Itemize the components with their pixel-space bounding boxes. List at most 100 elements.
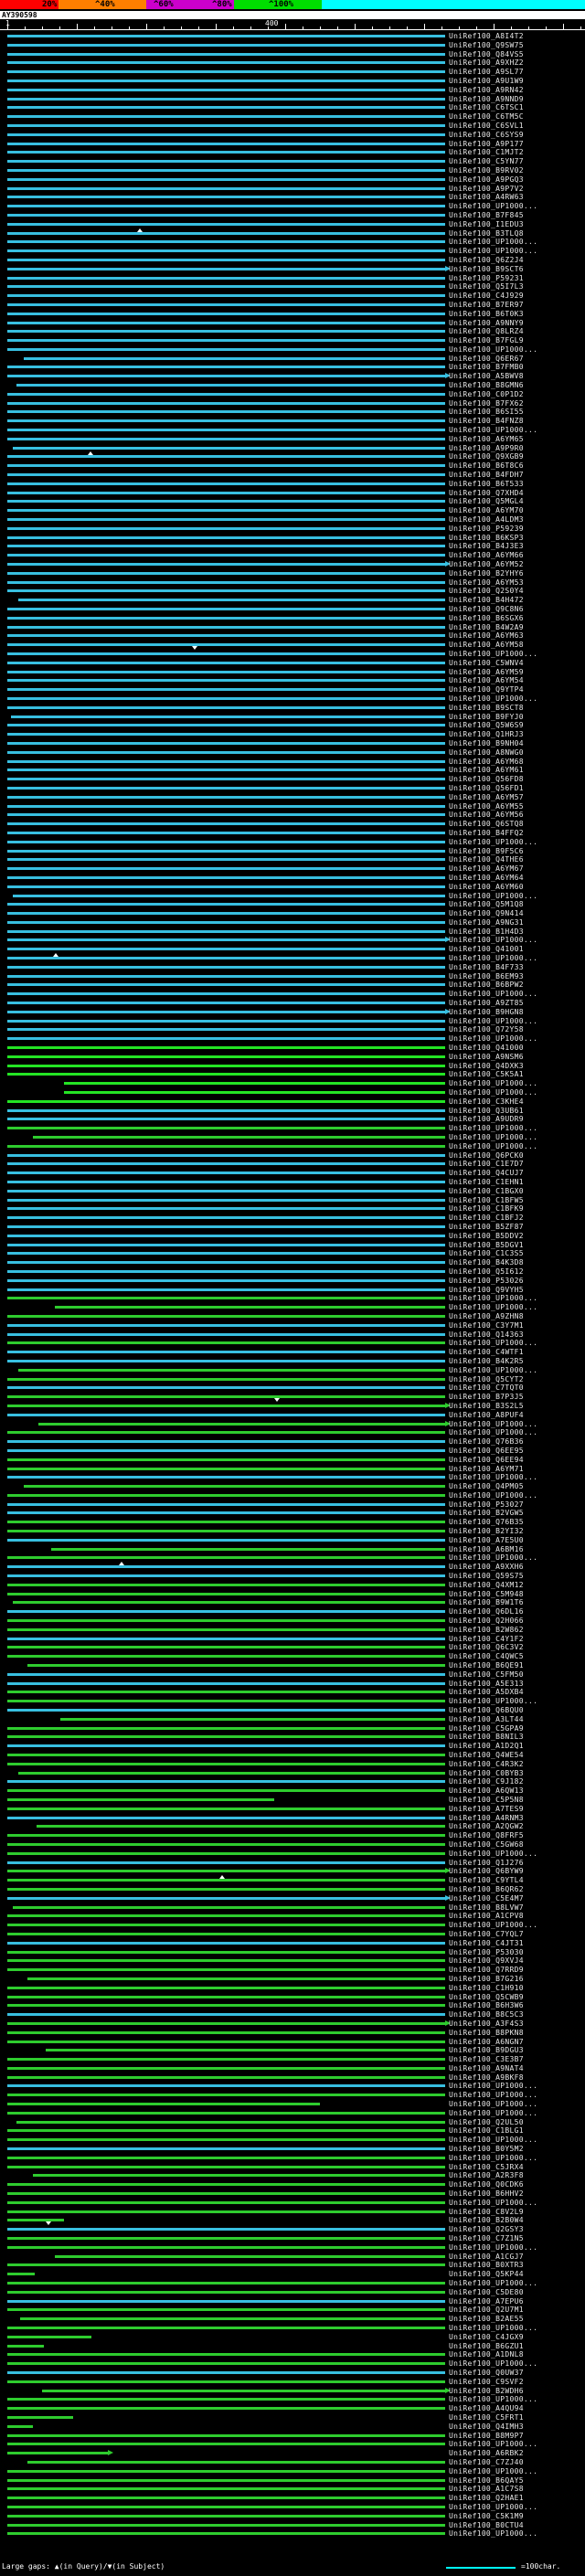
hit-label[interactable]: UniRef100_C9SVF2: [449, 2378, 524, 2387]
hit-label[interactable]: UniRef100_Q6DL16: [449, 1607, 524, 1617]
hit-label[interactable]: UniRef100_P59239: [449, 525, 524, 534]
hit-label[interactable]: UniRef100_C5GPA9: [449, 1724, 524, 1733]
hit-bar[interactable]: [7, 1288, 445, 1291]
hit-label[interactable]: UniRef100_B7FX62: [449, 399, 524, 408]
hit-bar[interactable]: [7, 2424, 33, 2428]
hit-label[interactable]: UniRef100_UP1000...: [449, 2395, 537, 2404]
hit-bar[interactable]: [7, 2138, 445, 2142]
hit-label[interactable]: UniRef100_B6QR62: [449, 1885, 524, 1894]
hit-label[interactable]: UniRef100_Q3UB61: [449, 1107, 524, 1116]
hit-label[interactable]: UniRef100_C1E7D7: [449, 1160, 524, 1169]
hit-label[interactable]: UniRef100_UP1000...: [449, 1133, 537, 1142]
hit-bar[interactable]: [7, 419, 445, 423]
hit-bar[interactable]: [7, 2040, 445, 2043]
hit-bar[interactable]: [24, 1485, 445, 1489]
hit-label[interactable]: UniRef100_C1BLG1: [449, 2126, 524, 2136]
hit-label[interactable]: UniRef100_B4W2A9: [449, 623, 524, 632]
hit-label[interactable]: UniRef100_Q4WE54: [449, 1751, 524, 1760]
hit-label[interactable]: UniRef100_UP1000...: [449, 2109, 537, 2118]
hit-label[interactable]: UniRef100_B6QE91: [449, 1661, 524, 1670]
hit-label[interactable]: UniRef100_C7Z1N5: [449, 2234, 524, 2243]
hit-bar[interactable]: [7, 696, 445, 700]
hit-label[interactable]: UniRef100_Q59S75: [449, 1572, 524, 1581]
hit-label[interactable]: UniRef100_C7TQT0: [449, 1383, 524, 1393]
hit-bar[interactable]: [24, 356, 445, 360]
hit-label[interactable]: UniRef100_B0XTR3: [449, 2261, 524, 2270]
hit-bar[interactable]: [7, 1842, 445, 1846]
hit-label[interactable]: UniRef100_B6SGX6: [449, 614, 524, 623]
hit-bar[interactable]: [7, 2505, 445, 2508]
hit-label[interactable]: UniRef100_A9ZT85: [449, 999, 524, 1008]
hit-label[interactable]: UniRef100_UP1000...: [449, 2091, 537, 2100]
hit-bar[interactable]: [7, 437, 445, 440]
hit-label[interactable]: UniRef100_B6T0K3: [449, 310, 524, 319]
hit-label[interactable]: UniRef100_C8V2L9: [449, 2208, 524, 2217]
hit-label[interactable]: UniRef100_C5YN77: [449, 157, 524, 166]
hit-label[interactable]: UniRef100_Q6BQU0: [449, 1706, 524, 1715]
hit-bar[interactable]: [7, 1278, 445, 1282]
hit-label[interactable]: UniRef100_UP1000...: [449, 2082, 537, 2091]
hit-bar[interactable]: [7, 1395, 445, 1399]
hit-bar[interactable]: [7, 608, 445, 610]
hit-bar[interactable]: [7, 885, 445, 888]
hit-label[interactable]: UniRef100_B5DDV2: [449, 1232, 524, 1241]
hit-bar[interactable]: [7, 1476, 445, 1479]
hit-bar[interactable]: [7, 563, 445, 567]
hit-label[interactable]: UniRef100_A9BKF8: [449, 2073, 524, 2083]
hit-bar[interactable]: [7, 1986, 445, 1989]
hit-label[interactable]: UniRef100_B4H472: [449, 596, 524, 605]
hit-label[interactable]: UniRef100_Q84VS5: [449, 50, 524, 59]
hit-bar[interactable]: [7, 1189, 445, 1193]
hit-bar[interactable]: [7, 1511, 445, 1515]
hit-bar[interactable]: [7, 1019, 445, 1023]
hit-label[interactable]: UniRef100_B7G216: [449, 1975, 524, 1984]
hit-bar[interactable]: [7, 813, 445, 817]
hit-bar[interactable]: [7, 1502, 445, 1506]
hit-bar[interactable]: [7, 347, 445, 351]
hit-label[interactable]: UniRef100_A5BWV8: [449, 372, 524, 381]
hit-label[interactable]: UniRef100_UP1000...: [449, 1142, 537, 1151]
hit-bar[interactable]: [7, 1162, 445, 1166]
hit-label[interactable]: UniRef100_Q41000: [449, 1044, 524, 1053]
hit-label[interactable]: UniRef100_Q8FRF5: [449, 1831, 524, 1840]
hit-bar[interactable]: [7, 1234, 445, 1237]
hit-bar[interactable]: [7, 518, 445, 522]
hit-bar[interactable]: [7, 2523, 445, 2527]
hit-bar[interactable]: [7, 366, 445, 369]
hit-label[interactable]: UniRef100_C4JT31: [449, 1939, 524, 1948]
hit-bar[interactable]: [7, 106, 445, 110]
hit-bar[interactable]: [7, 769, 445, 772]
hit-bar[interactable]: [7, 79, 445, 82]
hit-label[interactable]: UniRef100_UP1000...: [449, 345, 537, 355]
hit-bar[interactable]: [7, 294, 445, 298]
hit-label[interactable]: UniRef100_Q6EE95: [449, 1447, 524, 1456]
hit-bar[interactable]: [7, 1431, 445, 1435]
hit-label[interactable]: UniRef100_Q4XM12: [449, 1581, 524, 1590]
hit-bar[interactable]: [7, 778, 445, 781]
hit-label[interactable]: UniRef100_A9PGQ3: [449, 175, 524, 185]
hit-label[interactable]: UniRef100_C5FM50: [449, 1670, 524, 1680]
hit-bar[interactable]: [7, 2058, 445, 2062]
hit-label[interactable]: UniRef100_B5ZF87: [449, 1223, 524, 1232]
hit-label[interactable]: UniRef100_Q72Y58: [449, 1025, 524, 1034]
hit-label[interactable]: UniRef100_B6H3W6: [449, 2001, 524, 2010]
hit-bar[interactable]: [7, 339, 445, 343]
hit-label[interactable]: UniRef100_Q1HRJ3: [449, 730, 524, 739]
hit-bar[interactable]: [7, 97, 445, 101]
hit-bar[interactable]: [7, 661, 445, 664]
hit-label[interactable]: UniRef100_A6YM63: [449, 631, 524, 641]
hit-label[interactable]: UniRef100_Q5W6S9: [449, 721, 524, 730]
hit-bar[interactable]: [7, 795, 445, 799]
hit-bar[interactable]: [7, 482, 445, 485]
hit-bar[interactable]: [7, 2353, 445, 2357]
hit-label[interactable]: UniRef100_UP1000...: [449, 2279, 537, 2288]
hit-bar[interactable]: [7, 1297, 445, 1300]
hit-label[interactable]: UniRef100_Q9SW75: [449, 41, 524, 50]
hit-bar[interactable]: [11, 715, 445, 718]
hit-label[interactable]: UniRef100_B7FMB0: [449, 363, 524, 372]
hit-bar[interactable]: [7, 1655, 445, 1659]
hit-bar[interactable]: [7, 1807, 445, 1810]
hit-bar[interactable]: [7, 2370, 445, 2374]
hit-bar[interactable]: [7, 1959, 445, 1963]
hit-bar[interactable]: [7, 1834, 445, 1838]
